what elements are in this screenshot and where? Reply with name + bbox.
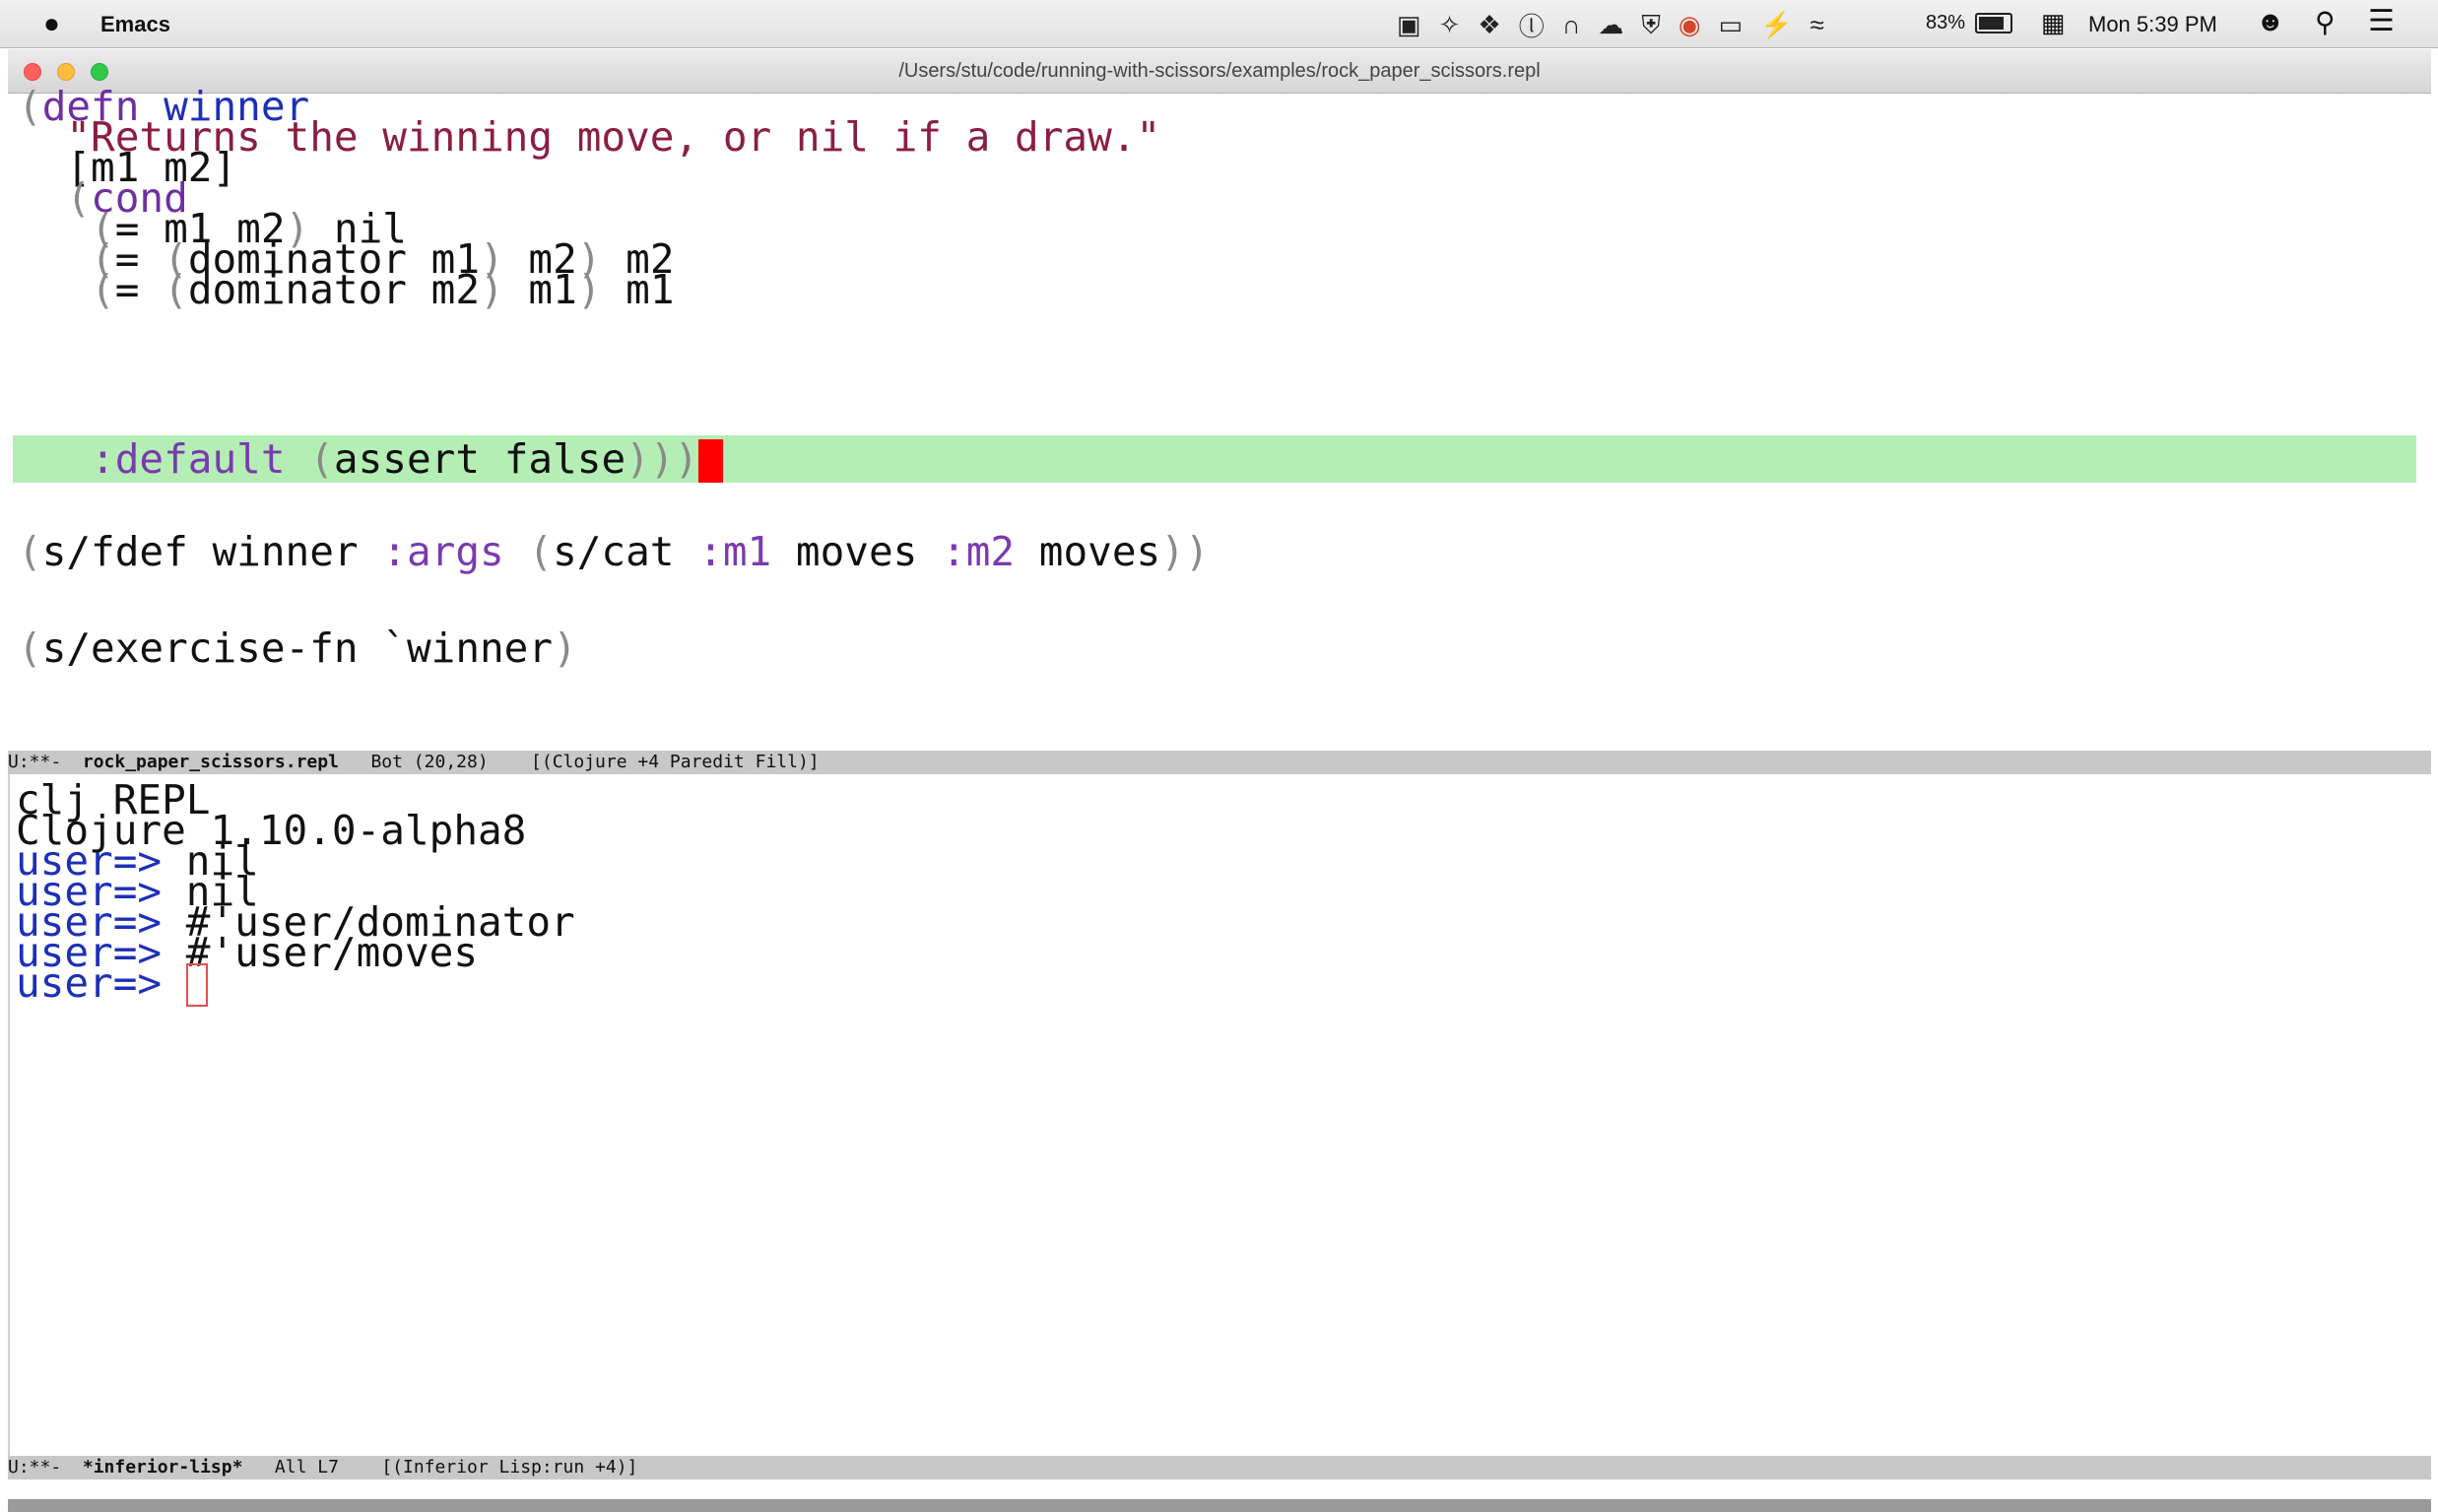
airplay-icon[interactable]: ▭	[1719, 10, 1744, 40]
editor-buffer[interactable]: (defn winner "Returns the winning move, …	[8, 83, 2431, 749]
chrome-icon[interactable]: ◉	[1679, 10, 1701, 40]
repl-input-line[interactable]: user=>	[16, 959, 208, 1008]
text-cursor	[698, 439, 724, 483]
wifi-icon[interactable]: ≈	[1811, 10, 1824, 40]
camera-icon[interactable]: ▣	[1397, 10, 1421, 40]
battery-percent: 83%	[1926, 12, 1966, 33]
bolt-icon[interactable]: ⚡	[1760, 10, 1792, 40]
modeline-buffer-name[interactable]: rock_paper_scissors.repl	[83, 752, 339, 772]
window-title: /Users/stu/code/running-with-scissors/ex…	[898, 60, 1541, 82]
editor-mode-line[interactable]: U:**- rock_paper_scissors.repl Bot (20,2…	[8, 751, 2431, 774]
modeline-position: All L7	[242, 1457, 382, 1478]
code-line: (= (dominator m2) m1) m1	[91, 266, 675, 313]
repl-mode-line[interactable]: U:**- *inferior-lisp* All L7 [(Inferior …	[8, 1456, 2431, 1479]
status-icons: ▣ ✧ ❖ ⓛ ∩ ☁ ⛨ ◉ ▭ ⚡ ≈	[1397, 7, 1824, 43]
cloud-icon[interactable]: ☁	[1598, 10, 1623, 40]
modeline-flags: U:**-	[8, 1457, 83, 1478]
modeline-modes[interactable]: [(Inferior Lisp:run +4)]	[381, 1457, 637, 1478]
code-line: (s/fdef winner :args (s/cat :m1 moves :m…	[18, 528, 1210, 575]
dropbox-icon[interactable]: ❖	[1478, 10, 1500, 40]
shield-icon[interactable]: ⛨	[1641, 10, 1661, 41]
notification-center-icon[interactable]: ☰	[2368, 4, 2395, 38]
menubar-clock[interactable]: Mon 5:39 PM	[2088, 12, 2217, 37]
code-line: (s/exercise-fn `winner)	[18, 625, 577, 672]
crosshair-icon[interactable]: ✧	[1439, 10, 1461, 40]
code-line: :default (assert false)))	[18, 435, 724, 484]
repl-buffer[interactable]: clj REPL Clojure 1.10.0-alpha8 user=> ni…	[8, 774, 2433, 1464]
screen-share-icon[interactable]: ▦	[2041, 8, 2066, 38]
modeline-flags: U:**-	[8, 752, 83, 772]
repl-cursor	[185, 963, 208, 1007]
spotlight-search-icon[interactable]: ⚲	[2315, 6, 2336, 38]
battery-icon[interactable]	[1975, 13, 2012, 33]
app-menu-emacs[interactable]: Emacs	[100, 12, 170, 37]
apple-icon[interactable]: ●	[43, 8, 60, 39]
lock-icon[interactable]: ∩	[1562, 10, 1581, 40]
modeline-modes[interactable]: [(Clojure +4 Paredit Fill)]	[531, 752, 820, 772]
minibuffer-divider	[8, 1499, 2431, 1512]
modeline-position: Bot (20,28)	[338, 752, 532, 772]
onepassword-icon[interactable]: ⓛ	[1519, 7, 1545, 43]
menu-bar: ● Emacs ▣ ✧ ❖ ⓛ ∩ ☁ ⛨ ◉ ▭ ⚡ ≈ 83% ▦ Mon …	[0, 0, 2438, 48]
user-icon[interactable]: ☻	[2256, 6, 2284, 37]
modeline-buffer-name[interactable]: *inferior-lisp*	[83, 1457, 243, 1478]
window-titlebar: /Users/stu/code/running-with-scissors/ex…	[8, 49, 2431, 94]
